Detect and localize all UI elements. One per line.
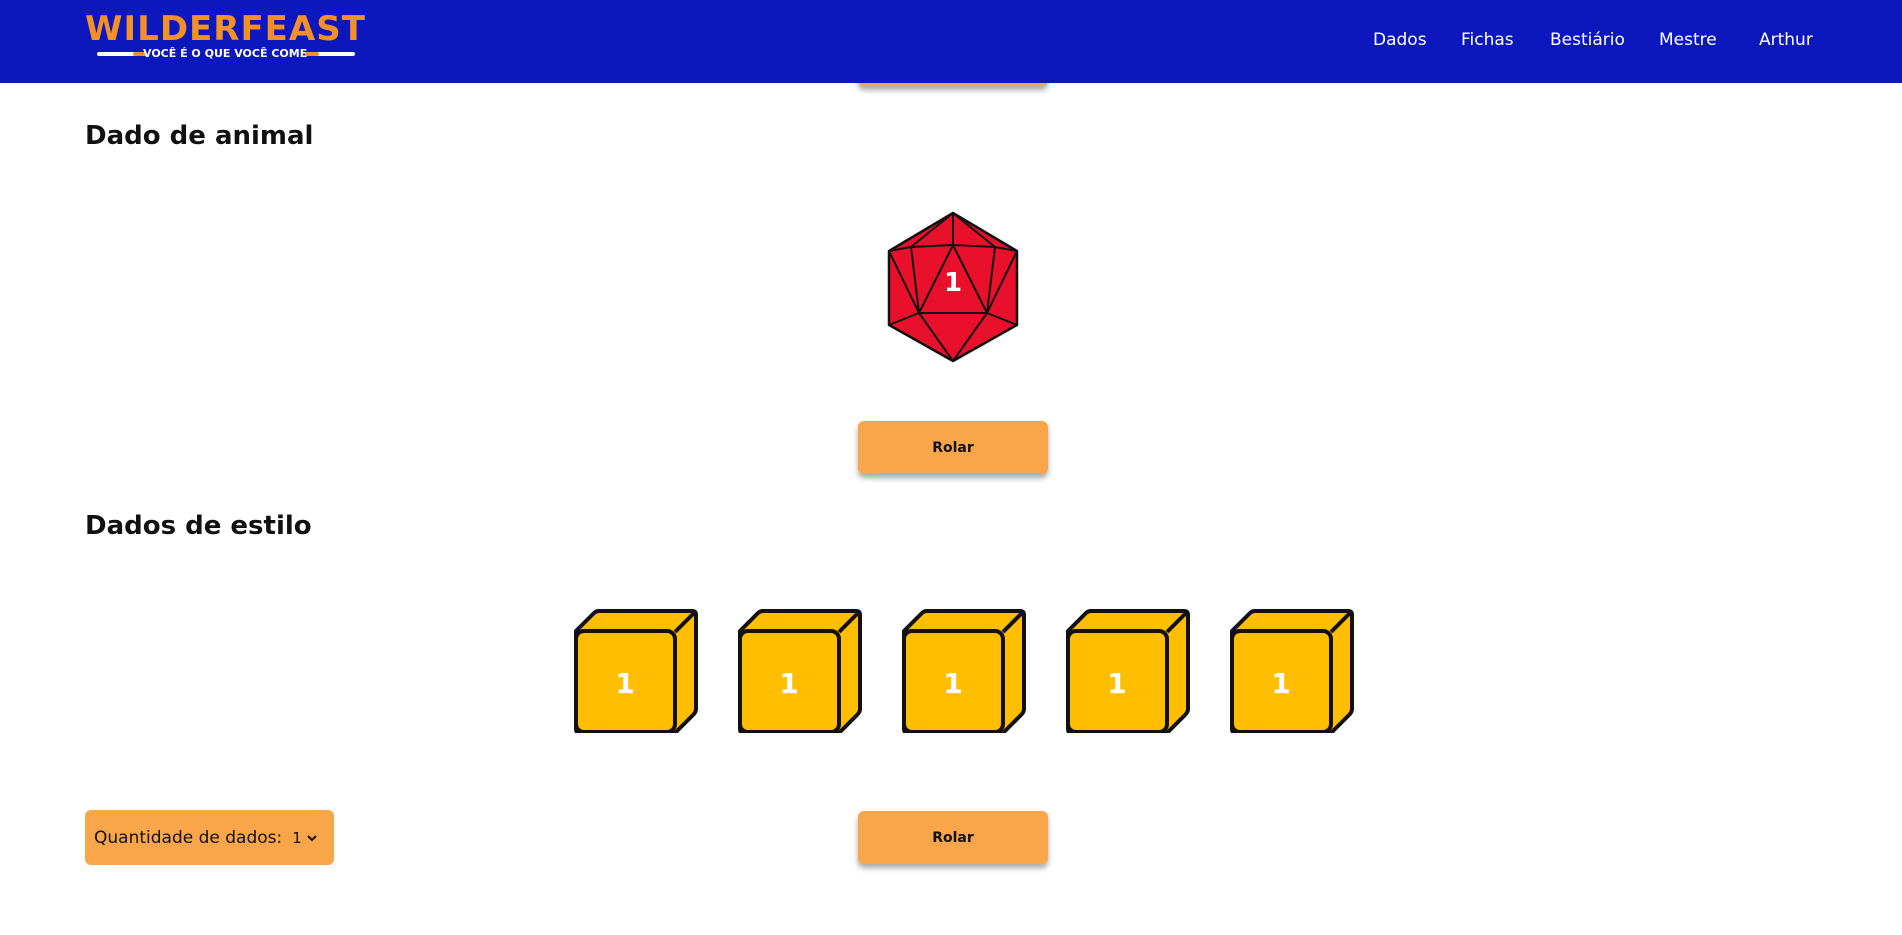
d6-die-icon: 1 xyxy=(1228,605,1356,735)
d6-value: 1 xyxy=(943,667,962,700)
knife-icon xyxy=(305,52,355,56)
nav-fichas[interactable]: Fichas xyxy=(1461,29,1514,51)
logo-subtitle: VOCÊ É O QUE VOCÊ COME xyxy=(143,47,308,60)
d6-die-icon: 1 xyxy=(1064,605,1192,735)
top-navbar: WILDERFEAST VOCÊ É O QUE VOCÊ COME Dados… xyxy=(0,0,1902,83)
roll-style-button-label: Rolar xyxy=(932,829,974,846)
d6-value: 1 xyxy=(615,667,634,700)
d6-value: 1 xyxy=(1271,667,1290,700)
knife-icon xyxy=(97,52,147,56)
d20-die-icon: 1 xyxy=(883,211,1023,363)
d6-value: 1 xyxy=(779,667,798,700)
chevron-down-icon xyxy=(307,834,317,841)
nav-dados[interactable]: Dados xyxy=(1373,29,1427,51)
nav-user-arthur[interactable]: Arthur xyxy=(1759,29,1813,51)
d20-value: 1 xyxy=(944,268,962,298)
nav-mestre[interactable]: Mestre xyxy=(1659,29,1717,51)
roll-style-button[interactable]: Rolar xyxy=(858,811,1048,864)
d6-die-icon: 1 xyxy=(900,605,1028,735)
logo-title: WILDERFEAST xyxy=(85,9,366,49)
quantity-value: 1 xyxy=(292,828,302,847)
roll-animal-button[interactable]: Rolar xyxy=(858,421,1048,474)
section-title-animal: Dado de animal xyxy=(85,121,314,151)
quantity-dropdown[interactable]: 1 xyxy=(292,829,318,847)
d6-die-icon: 1 xyxy=(736,605,864,735)
d6-die-icon: 1 xyxy=(572,605,700,735)
section-title-style: Dados de estilo xyxy=(85,511,312,541)
nav-bestiario[interactable]: Bestiário xyxy=(1550,29,1625,51)
d6-value: 1 xyxy=(1107,667,1126,700)
roll-animal-button-label: Rolar xyxy=(932,439,974,456)
site-logo[interactable]: WILDERFEAST VOCÊ É O QUE VOCÊ COME xyxy=(85,9,366,62)
quantity-label: Quantidade de dados: xyxy=(94,827,283,848)
quantity-select[interactable]: Quantidade de dados: 1 xyxy=(85,810,334,865)
